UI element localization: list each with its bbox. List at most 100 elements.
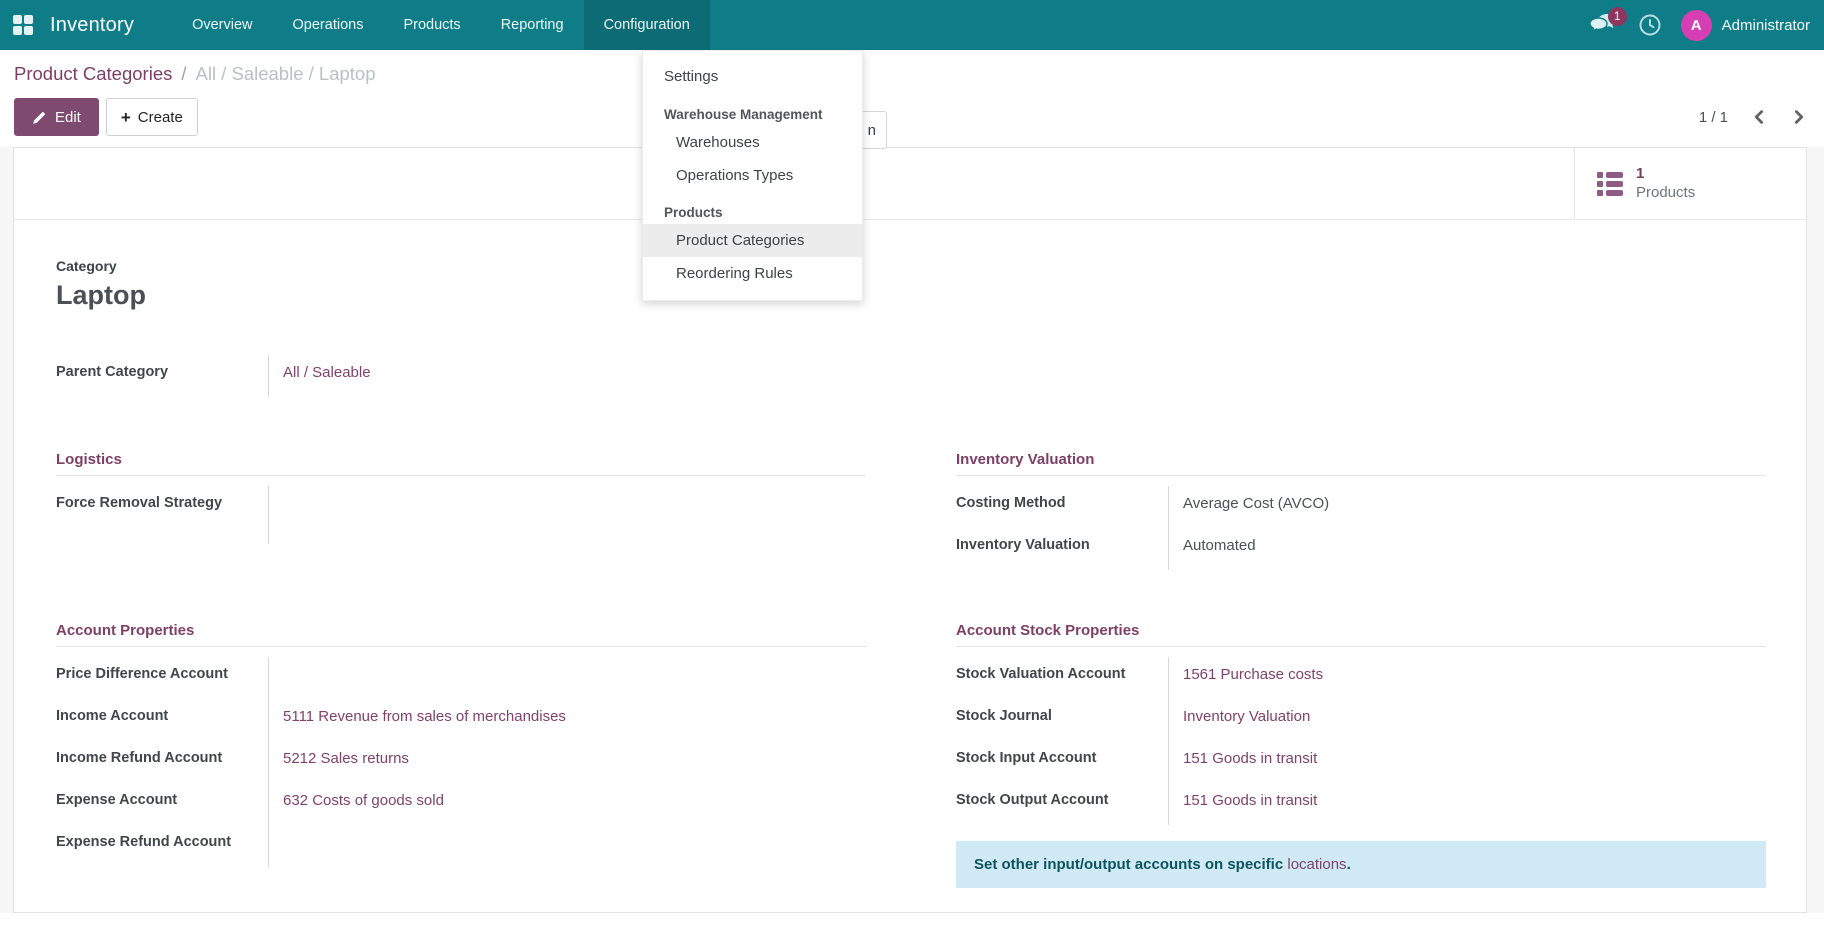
user-name: Administrator [1722, 17, 1810, 34]
dropdown-item-operations-types[interactable]: Operations Types [643, 159, 862, 192]
dropdown-header-warehouse-management: Warehouse Management [643, 94, 862, 126]
pager-previous-button[interactable] [1752, 109, 1767, 125]
accounts-info-alert: Set other input/output accounts on speci… [956, 841, 1766, 888]
force-removal-strategy-label: Force Removal Strategy [56, 486, 268, 544]
pager-count: 1 / 1 [1699, 109, 1728, 126]
breadcrumb: Product Categories / All / Saleable / La… [14, 63, 1808, 85]
chevron-right-icon [1791, 109, 1806, 125]
activities-icon[interactable] [1637, 12, 1663, 38]
alert-suffix: . [1347, 856, 1351, 873]
create-button[interactable]: + Create [106, 98, 198, 136]
income-account-row: Income Account 5111 Revenue from sales o… [56, 699, 866, 741]
pager: 1 / 1 [1699, 109, 1808, 126]
section-account-properties: Account Properties Price Difference Acco… [56, 622, 866, 888]
inventory-valuation-title: Inventory Valuation [956, 451, 1766, 468]
navbar-right: 1 A Administrator [1589, 0, 1824, 50]
expense-refund-account-label: Expense Refund Account [56, 825, 268, 867]
dropdown-header-products: Products [643, 192, 862, 224]
products-stat-button[interactable]: 1 Products [1574, 148, 1806, 219]
parent-category-value[interactable]: All / Saleable [268, 355, 816, 397]
parent-category-label: Parent Category [56, 355, 268, 397]
messages-badge: 1 [1608, 7, 1627, 26]
form-statusbar: 1 Products [14, 148, 1806, 220]
plus-icon: + [121, 109, 131, 126]
edit-button[interactable]: Edit [14, 98, 99, 136]
avatar[interactable]: A [1681, 10, 1712, 41]
expense-refund-account-value[interactable] [268, 825, 866, 867]
dropdown-item-warehouses[interactable]: Warehouses [643, 126, 862, 159]
create-button-label: Create [138, 109, 183, 126]
main-menu: Overview Operations Products Reporting C… [172, 0, 710, 50]
inventory-valuation-label: Inventory Valuation [956, 528, 1168, 570]
alert-text: Set other input/output accounts on speci… [974, 856, 1283, 873]
section-inventory-valuation: Inventory Valuation Costing Method Avera… [956, 451, 1766, 570]
section-logistics: Logistics Force Removal Strategy [56, 451, 866, 570]
apps-grid-icon[interactable] [13, 15, 33, 35]
top-navbar: Inventory Overview Operations Products R… [0, 0, 1824, 50]
stat-count: 1 [1636, 165, 1695, 184]
logistics-title: Logistics [56, 451, 866, 468]
price-difference-account-row: Price Difference Account [56, 657, 866, 699]
chevron-left-icon [1752, 109, 1767, 125]
income-account-value[interactable]: 5111 Revenue from sales of merchandises [268, 699, 866, 741]
messages-icon[interactable]: 1 [1589, 13, 1619, 37]
menu-overview[interactable]: Overview [172, 0, 272, 50]
list-icon [1597, 172, 1623, 196]
price-difference-account-value[interactable] [268, 657, 866, 699]
income-refund-account-row: Income Refund Account 5212 Sales returns [56, 741, 866, 783]
dropdown-item-product-categories[interactable]: Product Categories [643, 224, 862, 257]
menu-operations[interactable]: Operations [273, 0, 384, 50]
stock-output-account-label: Stock Output Account [956, 783, 1168, 825]
form-groups: Logistics Force Removal Strategy Invento… [56, 451, 1766, 888]
locations-link[interactable]: locations [1287, 856, 1346, 873]
costing-method-label: Costing Method [956, 486, 1168, 528]
dropdown-item-reordering-rules[interactable]: Reordering Rules [643, 257, 862, 290]
stock-input-account-row: Stock Input Account 151 Goods in transit [956, 741, 1766, 783]
stock-valuation-account-value[interactable]: 1561 Purchase costs [1168, 657, 1766, 699]
clock-icon [1638, 13, 1662, 37]
stat-text: 1 Products [1636, 165, 1695, 203]
dropdown-item-settings[interactable]: Settings [643, 59, 862, 94]
inventory-valuation-row: Inventory Valuation Automated [956, 528, 1766, 570]
category-name-title: Laptop [56, 280, 1766, 311]
app-switcher[interactable]: Inventory [0, 0, 134, 50]
expense-account-label: Expense Account [56, 783, 268, 825]
stock-journal-row: Stock Journal Inventory Valuation [956, 699, 1766, 741]
force-removal-strategy-value[interactable] [268, 486, 866, 544]
partial-button-text: n [868, 122, 876, 139]
form-sheet: 1 Products Category Laptop Parent Catego… [13, 147, 1807, 913]
app-name[interactable]: Inventory [50, 14, 134, 37]
parent-category-row: Parent Category All / Saleable [56, 355, 816, 397]
breadcrumb-product-categories[interactable]: Product Categories [14, 63, 172, 85]
edit-button-label: Edit [55, 109, 81, 126]
breadcrumb-current: All / Saleable / Laptop [196, 63, 376, 85]
account-properties-title: Account Properties [56, 622, 866, 639]
category-field-label: Category [56, 258, 1766, 274]
force-removal-strategy-row: Force Removal Strategy [56, 486, 866, 544]
expense-refund-account-row: Expense Refund Account [56, 825, 866, 867]
income-account-label: Income Account [56, 699, 268, 741]
expense-account-value[interactable]: 632 Costs of goods sold [268, 783, 866, 825]
stat-label: Products [1636, 184, 1695, 203]
pencil-icon [32, 110, 47, 125]
user-menu[interactable]: A Administrator [1681, 10, 1810, 41]
pager-next-button[interactable] [1791, 109, 1806, 125]
income-refund-account-label: Income Refund Account [56, 741, 268, 783]
menu-reporting[interactable]: Reporting [481, 0, 584, 50]
stock-output-account-value[interactable]: 151 Goods in transit [1168, 783, 1766, 825]
menu-products[interactable]: Products [383, 0, 480, 50]
costing-method-value: Average Cost (AVCO) [1168, 486, 1766, 528]
income-refund-account-value[interactable]: 5212 Sales returns [268, 741, 866, 783]
sheet-body: Category Laptop Parent Category All / Sa… [14, 220, 1806, 908]
stock-input-account-value[interactable]: 151 Goods in transit [1168, 741, 1766, 783]
expense-account-row: Expense Account 632 Costs of goods sold [56, 783, 866, 825]
control-panel-buttons-row: Edit + Create 1 / 1 [14, 98, 1808, 136]
stock-input-account-label: Stock Input Account [956, 741, 1168, 783]
configuration-dropdown-menu: Settings Warehouse Management Warehouses… [642, 50, 863, 301]
stock-journal-value[interactable]: Inventory Valuation [1168, 699, 1766, 741]
account-stock-properties-title: Account Stock Properties [956, 622, 1766, 639]
menu-configuration[interactable]: Configuration [584, 0, 710, 50]
stock-valuation-account-row: Stock Valuation Account 1561 Purchase co… [956, 657, 1766, 699]
section-account-stock-properties: Account Stock Properties Stock Valuation… [956, 622, 1766, 888]
inventory-valuation-value: Automated [1168, 528, 1766, 570]
